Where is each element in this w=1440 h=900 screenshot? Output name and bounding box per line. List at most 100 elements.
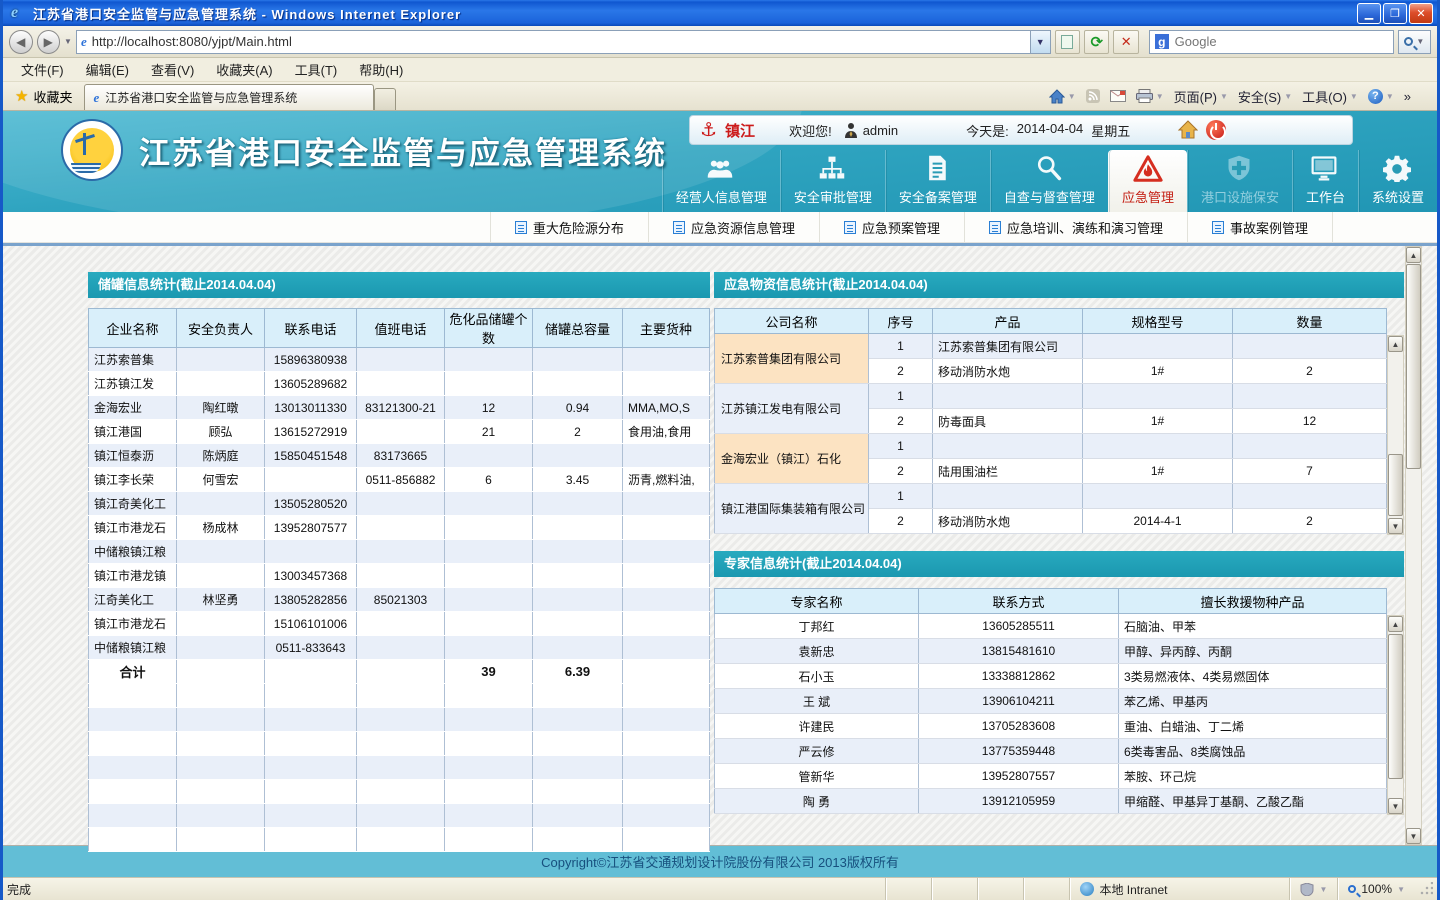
- history-dropdown-icon[interactable]: ▼: [64, 37, 72, 46]
- table-row: 金海宏业陶红暾1301301133083121300-21120.94MMA,M…: [89, 396, 710, 420]
- zoom-icon: [1348, 885, 1356, 893]
- favorites-button[interactable]: ★ 收藏夹: [3, 82, 84, 110]
- table-cell: [623, 564, 710, 588]
- nav-item-4[interactable]: 自查与督查管理: [990, 150, 1108, 212]
- scroll-up-icon[interactable]: ▲: [1388, 616, 1403, 632]
- date-value: 2014-04-04: [1017, 121, 1084, 140]
- home-button[interactable]: ▼: [1049, 89, 1076, 104]
- new-tab-button[interactable]: [374, 88, 396, 110]
- menu-item-2[interactable]: 编辑(E): [76, 58, 139, 81]
- scroll-up-icon[interactable]: ▲: [1406, 247, 1421, 263]
- nav-item-5[interactable]: 应急管理: [1108, 150, 1187, 212]
- command-bar: ▼ ▼ 页面(P)▼ 安全(S)▼ 工具(O)▼ ?▼ »: [1049, 82, 1437, 110]
- table-cell: [933, 484, 1083, 509]
- menu-item-5[interactable]: 工具(T): [285, 58, 348, 81]
- status-spacer: [1023, 878, 1069, 900]
- table-cell: [265, 684, 357, 708]
- nav-item-3[interactable]: 安全备案管理: [885, 150, 990, 212]
- table-cell: 2014-4-1: [1083, 509, 1233, 534]
- nav-item-7[interactable]: 工作台: [1292, 150, 1358, 212]
- feeds-button[interactable]: [1086, 89, 1100, 103]
- tools-menu[interactable]: 工具(O)▼: [1302, 87, 1358, 106]
- table-cell: 12: [445, 396, 533, 420]
- menu-item-6[interactable]: 帮助(H): [349, 58, 413, 81]
- experts-scrollbar[interactable]: ▲ ▼: [1387, 615, 1404, 815]
- home-shortcut-icon[interactable]: [1178, 120, 1198, 140]
- scroll-thumb[interactable]: [1388, 634, 1403, 779]
- protected-mode-button[interactable]: ▼: [1289, 878, 1337, 900]
- menu-item-1[interactable]: 文件(F): [11, 58, 74, 81]
- maximize-button[interactable]: ❐: [1383, 3, 1407, 24]
- scroll-down-icon[interactable]: ▼: [1388, 798, 1403, 814]
- table-cell: 江奇美化工: [89, 588, 177, 612]
- table-cell: 2: [533, 420, 623, 444]
- table-cell: [89, 804, 177, 828]
- table-cell: [533, 756, 623, 780]
- resize-grip[interactable]: [1419, 882, 1433, 896]
- address-input[interactable]: [92, 34, 1026, 49]
- subnav-item-2[interactable]: 应急资源信息管理: [648, 212, 819, 242]
- menu-item-4[interactable]: 收藏夹(A): [206, 58, 282, 81]
- address-dropdown-button[interactable]: ▼: [1031, 30, 1051, 54]
- chevron-more-icon[interactable]: »: [1404, 89, 1411, 104]
- subnav-item-label: 事故案例管理: [1230, 218, 1308, 237]
- page-menu[interactable]: 页面(P)▼: [1174, 87, 1228, 106]
- subnav-item-1[interactable]: 重大危险源分布: [490, 212, 648, 242]
- table-cell: [89, 828, 177, 852]
- table-cell: 3类易燃液体、4类易燃固体: [1119, 664, 1387, 689]
- print-button[interactable]: ▼: [1136, 89, 1164, 103]
- sub-nav: 重大危险源分布应急资源信息管理应急预案管理应急培训、演练和演习管理 事故案例管理: [3, 212, 1437, 243]
- table-cell: 1#: [1083, 409, 1233, 434]
- scroll-thumb[interactable]: [1406, 264, 1421, 469]
- refresh-icon: ⟳: [1090, 33, 1103, 51]
- search-dropdown-icon[interactable]: ▼: [1416, 37, 1424, 46]
- subnav-item-3[interactable]: 应急预案管理: [819, 212, 964, 242]
- scroll-up-icon[interactable]: ▲: [1388, 336, 1403, 352]
- table-cell: [265, 708, 357, 732]
- mail-icon: [1110, 90, 1126, 102]
- close-button[interactable]: ✕: [1409, 3, 1433, 24]
- active-tab[interactable]: e 江苏省港口安全监管与应急管理系统: [84, 84, 374, 110]
- minimize-button[interactable]: ▁: [1357, 3, 1381, 24]
- table-cell: [357, 612, 445, 636]
- subnav-item-5[interactable]: 事故案例管理: [1187, 212, 1333, 242]
- table-cell: [177, 348, 265, 372]
- nav-item-8[interactable]: 系统设置: [1358, 150, 1437, 212]
- table-row: 许建民13705283608重油、白蜡油、丁二烯: [715, 714, 1387, 739]
- scroll-thumb[interactable]: [1388, 454, 1403, 516]
- table-cell: [445, 492, 533, 516]
- table-cell: 许建民: [715, 714, 919, 739]
- gear-icon: [1383, 154, 1413, 184]
- forward-button[interactable]: ▶: [37, 30, 61, 54]
- table-cell: [357, 660, 445, 684]
- menu-item-3[interactable]: 查看(V): [141, 58, 204, 81]
- stop-button[interactable]: ✕: [1113, 30, 1138, 54]
- table-cell: [1233, 484, 1387, 509]
- table-row: 江苏索普集15896380938: [89, 348, 710, 372]
- monitor-icon: [1310, 154, 1340, 184]
- user-menu[interactable]: admin: [844, 122, 898, 138]
- nav-item-2[interactable]: 安全审批管理: [780, 150, 885, 212]
- table-row: 镇江奇美化工13505280520: [89, 492, 710, 516]
- help-menu[interactable]: ?▼: [1368, 89, 1394, 104]
- table-cell: 中储粮镇江粮: [89, 540, 177, 564]
- scroll-down-icon[interactable]: ▼: [1388, 518, 1403, 534]
- compatibility-button[interactable]: [1055, 30, 1080, 54]
- safety-menu[interactable]: 安全(S)▼: [1238, 87, 1292, 106]
- back-button[interactable]: ◀: [9, 30, 33, 54]
- table-cell: [1083, 434, 1233, 459]
- zoom-control[interactable]: 100% ▼: [1337, 878, 1415, 900]
- refresh-button[interactable]: ⟳: [1084, 30, 1109, 54]
- supplies-scrollbar[interactable]: ▲ ▼: [1387, 335, 1404, 535]
- search-input[interactable]: [1175, 34, 1388, 49]
- subnav-item-4[interactable]: 应急培训、演练和演习管理: [964, 212, 1187, 242]
- column-header: 联系方式: [919, 589, 1119, 614]
- column-header: 规格型号: [1083, 309, 1233, 334]
- mail-button[interactable]: [1110, 90, 1126, 102]
- page-scrollbar[interactable]: ▲ ▼: [1405, 246, 1422, 845]
- scroll-down-icon[interactable]: ▼: [1406, 828, 1421, 844]
- nav-item-1[interactable]: 经营人信息管理: [662, 150, 780, 212]
- search-button[interactable]: ▼: [1398, 30, 1431, 54]
- table-cell: [177, 612, 265, 636]
- logout-button[interactable]: [1206, 120, 1226, 140]
